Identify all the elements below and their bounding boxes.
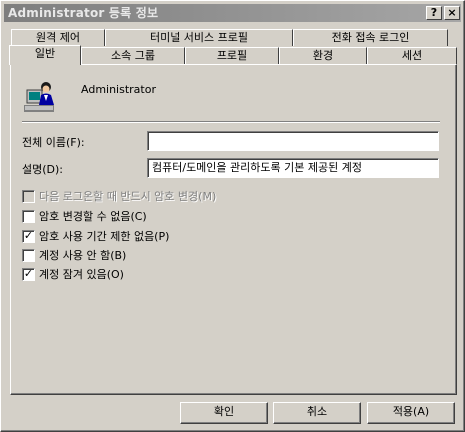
description-label: 설명(D): <box>22 163 63 176</box>
cancel-button[interactable]: 취소 <box>273 402 361 424</box>
checkbox-box[interactable] <box>22 189 35 203</box>
user-name: Administrator <box>81 83 156 96</box>
checkbox-password-never-expires[interactable]: ✓ 암호 사용 기간 제한 없음(P) <box>22 228 169 244</box>
checkbox-label: 다음 로그온할 때 반드시 암호 변경(M) <box>39 190 217 203</box>
checkbox-box[interactable]: ✓ <box>22 229 35 243</box>
fullname-label: 전체 이름(F): <box>22 136 85 149</box>
separator <box>22 121 440 123</box>
checkbox-label: 계정 사용 안 함(B) <box>39 249 127 262</box>
tab-remote-control[interactable]: 원격 제어 <box>11 29 105 46</box>
tab-general[interactable]: 일반 <box>9 45 81 65</box>
checkbox-account-disabled[interactable]: 계정 사용 안 함(B) <box>22 247 126 263</box>
checkbox-account-locked[interactable]: ✓ 계정 잠겨 있음(O) <box>22 266 124 282</box>
tab-environment[interactable]: 환경 <box>279 47 367 64</box>
checkbox-box[interactable] <box>22 248 35 262</box>
tab-profile[interactable]: 프로필 <box>185 47 279 64</box>
description-input[interactable]: 컴퓨터/도메인을 관리하도록 기본 제공된 계정 <box>147 158 439 178</box>
checkbox-label: 암호 사용 기간 제한 없음(P) <box>39 230 170 243</box>
fullname-input[interactable] <box>147 131 439 151</box>
checkbox-cannot-change-password[interactable]: 암호 변경할 수 없음(C) <box>22 208 147 224</box>
checkbox-label: 암호 변경할 수 없음(C) <box>39 210 147 223</box>
properties-dialog: Administrator 등록 정보 ? × 원격 제어 터미널 서비스 프로… <box>0 0 465 432</box>
checkbox-box[interactable]: ✓ <box>22 267 35 281</box>
title-bar[interactable]: Administrator 등록 정보 ? × <box>4 4 461 22</box>
user-icon <box>24 82 54 112</box>
checkbox-label: 계정 잠겨 있음(O) <box>39 268 124 281</box>
checkbox-box[interactable] <box>22 209 35 223</box>
checkbox-must-change-password[interactable]: 다음 로그온할 때 반드시 암호 변경(M) <box>22 188 216 204</box>
window-title: Administrator 등록 정보 <box>8 6 159 20</box>
tab-sessions[interactable]: 세션 <box>367 47 457 64</box>
tab-member-of[interactable]: 소속 그룹 <box>81 47 185 64</box>
close-button[interactable]: × <box>444 6 460 20</box>
ok-button[interactable]: 확인 <box>180 402 268 424</box>
help-button[interactable]: ? <box>426 6 442 20</box>
tab-terminal-services-profile[interactable]: 터미널 서비스 프로필 <box>105 29 293 46</box>
tab-dial-in[interactable]: 전화 접속 로그인 <box>293 29 448 46</box>
apply-button[interactable]: 적용(A) <box>367 402 455 424</box>
